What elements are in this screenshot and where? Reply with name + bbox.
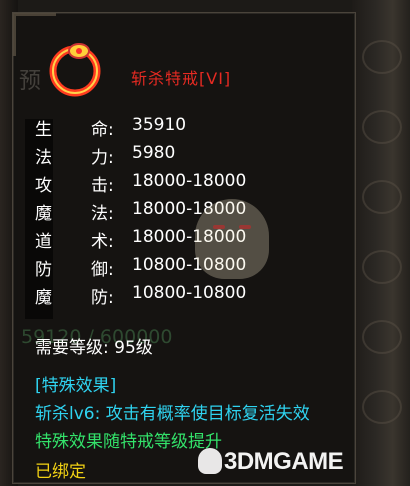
- item-name: 斩杀特戒[VI]: [131, 69, 232, 88]
- stat-label: 术:: [91, 232, 114, 252]
- item-tooltip-panel: 预 斩杀特戒[VI] 生 命: 35910 法 力: 5980 攻 击: 180…: [12, 12, 356, 484]
- stat-value: 35910: [132, 115, 187, 135]
- background-preview-char: 预: [19, 69, 42, 94]
- stat-label: 御:: [91, 260, 114, 280]
- stat-value: 18000-18000: [132, 171, 247, 191]
- stat-label: 道: [35, 232, 52, 252]
- ring-icon[interactable]: [43, 35, 107, 99]
- bound-status: 已绑定: [35, 462, 86, 482]
- dragon-scale-deco: [362, 390, 402, 424]
- level-requirement: 需要等级: 95级: [35, 338, 153, 358]
- background-dragon-border: [352, 0, 410, 486]
- dragon-scale-deco: [362, 180, 402, 214]
- stat-label: 攻: [35, 176, 52, 196]
- dragon-scale-deco: [362, 40, 402, 74]
- site-watermark: 3DMGAME: [224, 448, 344, 475]
- ghost-eye: [239, 225, 251, 229]
- stat-label: 力:: [91, 148, 114, 168]
- dragon-scale-deco: [362, 320, 402, 354]
- special-effect-description: 斩杀lv6: 攻击有概率使目标复活失效: [35, 404, 310, 424]
- special-effect-heading: [特殊效果]: [35, 376, 117, 396]
- watermark-logo-icon: [198, 448, 222, 474]
- dragon-scale-deco: [362, 110, 402, 144]
- stat-label: 生: [35, 120, 52, 140]
- dragon-scale-deco: [362, 250, 402, 284]
- stat-value: 5980: [132, 143, 176, 163]
- stat-value: 10800-10800: [132, 283, 247, 303]
- stat-label: 法:: [91, 204, 114, 224]
- special-effect-upgrade-note: 特殊效果随特戒等级提升: [35, 432, 222, 452]
- stat-label: 法: [35, 148, 52, 168]
- ghost-mascot-watermark: [195, 199, 269, 279]
- stat-label: 魔: [35, 288, 52, 308]
- stat-label: 防:: [91, 288, 114, 308]
- ghost-eye: [213, 225, 225, 229]
- stat-label: 命:: [91, 120, 114, 140]
- stat-label: 击:: [91, 176, 114, 196]
- stat-label: 防: [35, 260, 52, 280]
- stat-label: 魔: [35, 204, 52, 224]
